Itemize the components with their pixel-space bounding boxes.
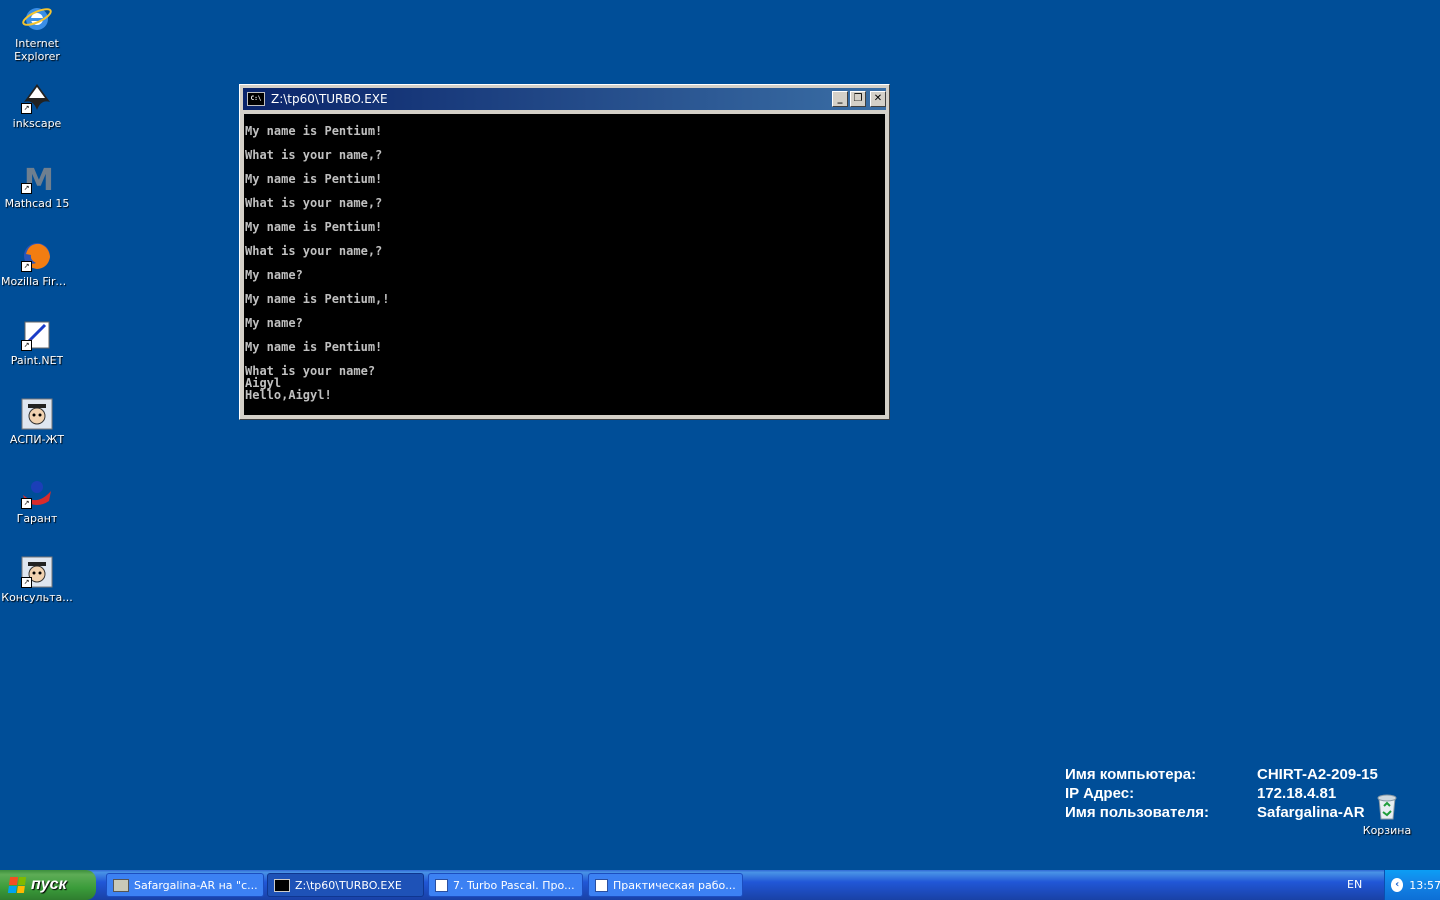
desktop-icon-label: inkscape — [12, 117, 62, 130]
info-row-ip-address: IP Адрес: 172.18.4.81 — [1065, 784, 1378, 803]
console-icon[interactable]: C:\ — [247, 92, 265, 106]
shortcut-arrow-icon: ↗ — [21, 498, 32, 509]
console-line: My name is Pentium! — [245, 340, 383, 354]
desktop-icon-internet-explorer[interactable]: Internet Explorer — [0, 2, 74, 63]
task-label: 7. Turbo Pascal. Про... — [453, 878, 575, 892]
console-line: What is your name? — [245, 364, 376, 378]
close-button[interactable]: ✕ — [870, 91, 886, 107]
paintnet-icon: ↗ — [21, 319, 53, 351]
console-line: Aigyl — [245, 376, 282, 390]
clock[interactable]: 13:57 — [1409, 879, 1440, 892]
start-label: пуск — [31, 876, 67, 893]
desktop-icon-consultant[interactable]: ↗ Консульта... — [0, 556, 74, 604]
task-label: Safargalina-AR на "с... — [134, 878, 258, 892]
start-button[interactable]: пуск — [0, 870, 96, 900]
system-tray: ‹ 13:57 — [1384, 870, 1440, 900]
windows-flag-icon — [7, 877, 27, 893]
word-document-icon — [595, 878, 608, 892]
mathcad-icon: M ↗ — [21, 162, 54, 198]
tray-expand-icon[interactable]: ‹ — [1391, 878, 1404, 892]
console-window[interactable]: C:\ Z:\tp60\TURBO.EXE _ ❐ ✕ My name is P… — [239, 84, 890, 420]
shortcut-arrow-icon: ↗ — [21, 261, 32, 272]
console-line: My name is Pentium,! — [245, 292, 390, 306]
word-document-icon — [435, 878, 448, 892]
info-value: 172.18.4.81 — [1257, 785, 1337, 802]
minimize-button[interactable]: _ — [832, 91, 848, 107]
window-title: Z:\tp60\TURBO.EXE — [271, 92, 388, 106]
desktop-icon-mathcad[interactable]: M ↗ Mathcad 15 — [0, 162, 74, 210]
info-row-computer-name: Имя компьютера: CHIRT-A2-209-15 — [1065, 765, 1378, 784]
task-label: Z:\tp60\TURBO.EXE — [295, 878, 402, 892]
desktop-icon-inkscape[interactable]: ↗ inkscape — [0, 82, 74, 130]
console-output[interactable]: My name is Pentium! What is your name,? My… — [244, 114, 885, 415]
language-indicator[interactable]: EN — [1347, 878, 1362, 891]
firefox-icon: ↗ — [21, 240, 53, 272]
recycle-bin-icon — [1371, 790, 1403, 822]
console-icon — [274, 878, 290, 892]
console-line: Hello,Aigyl! — [245, 388, 332, 402]
desktop-icon-label: Paint.NET — [10, 354, 64, 367]
console-line: My name is Pentium! — [245, 172, 383, 186]
console-line: My name is Pentium! — [245, 220, 383, 234]
shortcut-arrow-icon: ↗ — [21, 183, 32, 194]
console-line: What is your name,? — [245, 148, 383, 162]
desktop-icon-label: Mozilla Firefox — [1, 275, 73, 288]
desktop-icon-paintnet[interactable]: ↗ Paint.NET — [0, 319, 74, 367]
inkscape-icon: ↗ — [21, 82, 53, 114]
taskbar: пуск Safargalina-AR на "с... Z:\tp60\TUR… — [0, 870, 1440, 900]
console-line: What is your name,? — [245, 196, 383, 210]
desktop-icon-label: Корзина — [1362, 824, 1412, 837]
info-key: IP Адрес: — [1065, 785, 1135, 802]
taskbar-task-network-drive[interactable]: Safargalina-AR на "с... — [106, 873, 264, 897]
taskbar-task-practical-doc[interactable]: Практическая рабо... — [588, 873, 743, 897]
window-titlebar[interactable]: C:\ Z:\tp60\TURBO.EXE _ ❐ ✕ — [243, 88, 886, 110]
desktop-icon-label: Консульта... — [1, 591, 73, 604]
info-value: CHIRT-A2-209-15 — [1257, 766, 1378, 783]
network-drive-icon — [113, 878, 129, 892]
desktop-icon-recycle-bin[interactable]: Корзина — [1358, 790, 1416, 837]
info-value: Safargalina-AR — [1257, 804, 1365, 821]
desktop-icon-label: АСПИ-ЖТ — [9, 433, 65, 446]
shortcut-arrow-icon: ↗ — [21, 577, 32, 588]
aspi-icon — [21, 398, 53, 430]
shortcut-arrow-icon: ↗ — [21, 340, 32, 351]
console-line: My name? — [245, 268, 303, 282]
desktop-icon-firefox[interactable]: ↗ Mozilla Firefox — [0, 240, 74, 288]
system-info: Имя компьютера: CHIRT-A2-209-15 IP Адрес… — [1065, 765, 1378, 822]
garant-icon: ↗ — [21, 477, 53, 509]
info-key: Имя пользователя: — [1065, 804, 1209, 821]
desktop-icon-garant[interactable]: ↗ Гарант — [0, 477, 74, 525]
console-line: My name? — [245, 316, 303, 330]
desktop-icon-label: Mathcad 15 — [4, 197, 70, 210]
desktop-icon-label: Гарант — [16, 512, 58, 525]
internet-explorer-icon — [21, 2, 53, 34]
console-line: What is your name,? — [245, 244, 383, 258]
taskbar-task-turbo[interactable]: Z:\tp60\TURBO.EXE — [267, 873, 424, 897]
consultant-icon: ↗ — [21, 556, 53, 588]
shortcut-arrow-icon: ↗ — [21, 103, 32, 114]
info-key: Имя компьютера: — [1065, 766, 1197, 783]
console-line: My name is Pentium! — [245, 124, 383, 138]
restore-button[interactable]: ❐ — [850, 91, 866, 107]
desktop-icon-label: Internet Explorer — [14, 37, 60, 63]
task-label: Практическая рабо... — [613, 878, 736, 892]
info-row-user-name: Имя пользователя: Safargalina-AR — [1065, 803, 1378, 822]
desktop-icon-aspi[interactable]: АСПИ-ЖТ — [0, 398, 74, 446]
taskbar-task-turbo-pascal-doc[interactable]: 7. Turbo Pascal. Про... — [428, 873, 583, 897]
